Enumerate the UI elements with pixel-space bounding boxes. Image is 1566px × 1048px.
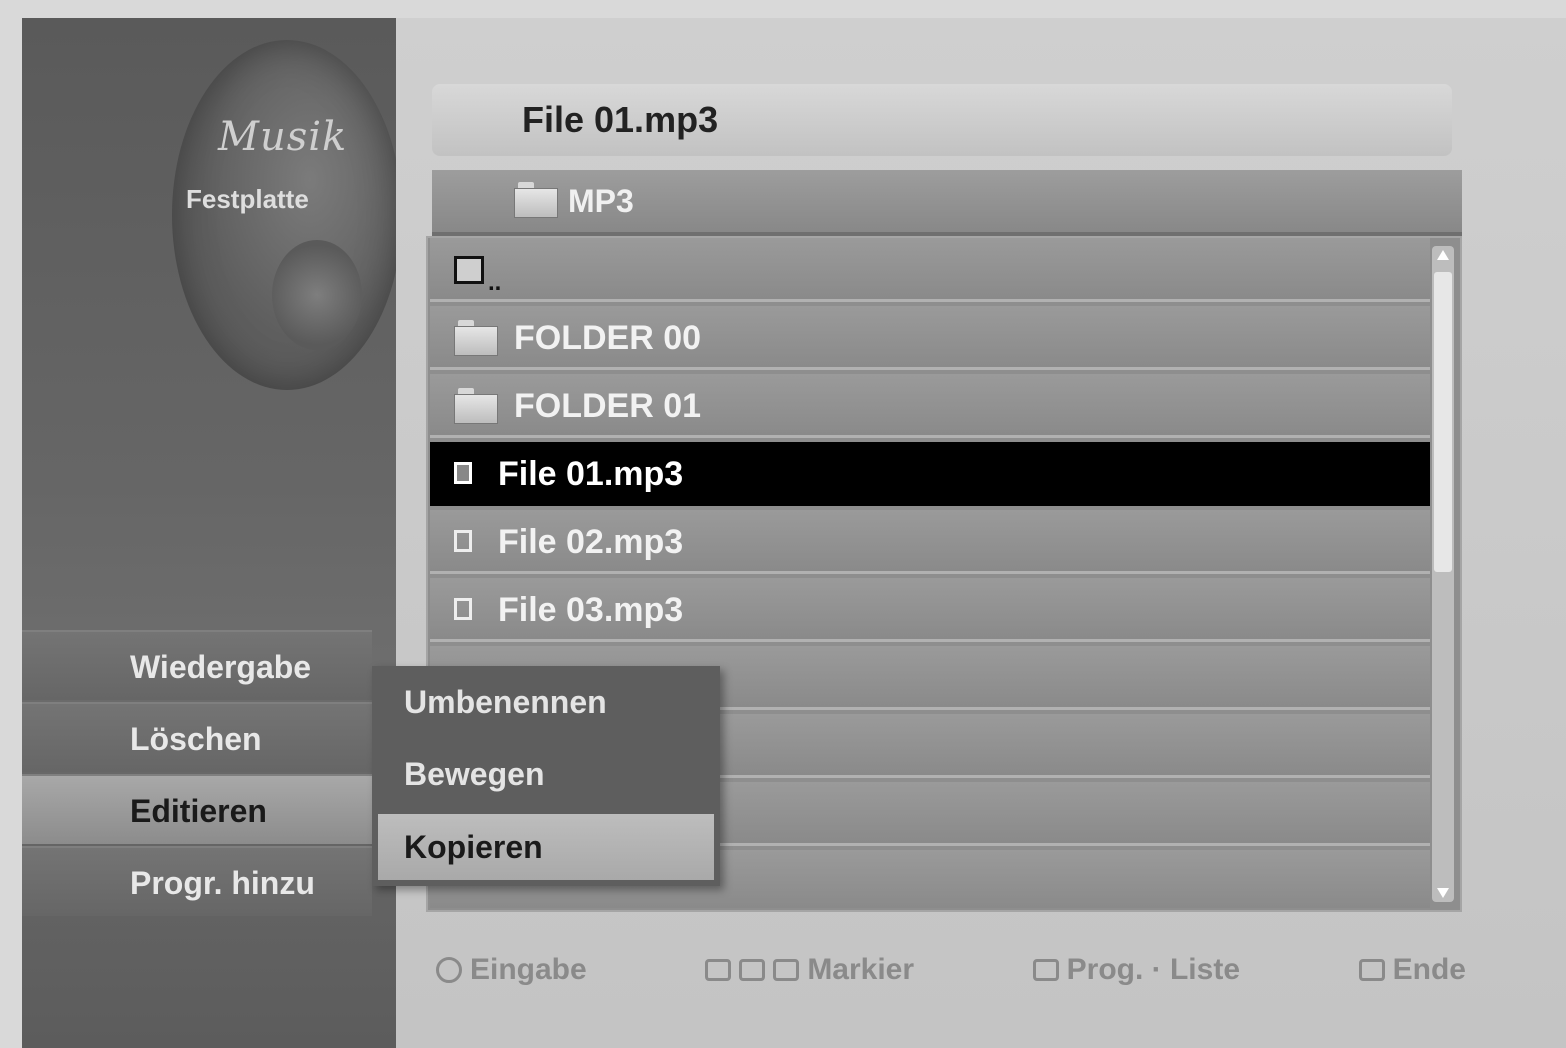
list-item-up[interactable]: .. [430, 238, 1430, 302]
color-keys-icon [773, 959, 800, 981]
file-icon [454, 462, 472, 484]
color-keys-icon [739, 959, 766, 981]
submenu-item-kopieren[interactable]: Kopieren [378, 814, 714, 880]
main-panel: File 01.mp3 MP3 .. FOLDER 00 FOLDER 01 F… [396, 18, 1566, 1048]
list-item-folder[interactable]: FOLDER 01 [430, 374, 1430, 438]
disc-hole [272, 240, 362, 350]
list-item-label: File 03.mp3 [498, 591, 684, 629]
menu-item-progr-hinzu[interactable]: Progr. hinzu [22, 846, 372, 916]
submenu-item-bewegen[interactable]: Bewegen [372, 738, 720, 810]
logo-title: Musik [218, 114, 348, 160]
parent-folder-icon: .. [454, 252, 502, 295]
hint-markier: Markier [705, 953, 914, 987]
hint-label: Markier [807, 953, 915, 986]
folder-icon [454, 388, 498, 424]
current-folder-bar: MP3 [432, 170, 1462, 236]
color-keys-icon [705, 959, 732, 981]
hint-label: Ende [1392, 953, 1466, 986]
footer-hints: Eingabe Markier Prog. · Liste Ende [436, 938, 1466, 1002]
menu-item-editieren[interactable]: Editieren [22, 774, 372, 844]
list-item-label: File 02.mp3 [498, 523, 684, 561]
folder-icon [514, 182, 558, 218]
scrollbar-thumb[interactable] [1434, 272, 1452, 572]
hint-eingabe: Eingabe [436, 953, 587, 987]
menu-item-loeschen[interactable]: Löschen [22, 702, 372, 772]
list-item-label: FOLDER 00 [514, 319, 702, 357]
hint-ende: Ende [1358, 953, 1466, 987]
circle-key-icon [436, 957, 462, 983]
current-file-title: File 01.mp3 [432, 84, 1452, 156]
list-item-file[interactable]: File 03.mp3 [430, 578, 1430, 642]
music-browser-screen: Musik Festplatte Wiedergabe Löschen Edit… [22, 18, 1566, 1048]
list-item-file-selected[interactable]: File 01.mp3 [430, 442, 1430, 506]
hint-label: Prog. · Liste [1066, 953, 1241, 986]
logo-subtitle: Festplatte [186, 184, 309, 214]
list-item-file[interactable]: File 02.mp3 [430, 510, 1430, 574]
return-key-icon [1358, 959, 1385, 981]
file-icon [454, 598, 472, 620]
list-item-label: File 01.mp3 [498, 455, 684, 493]
folder-icon [454, 320, 498, 356]
edit-submenu: Umbenennen Bewegen Kopieren [372, 666, 720, 886]
file-icon [454, 530, 472, 552]
music-disc-logo-icon [172, 40, 402, 390]
hint-prog-liste: Prog. · Liste [1032, 953, 1241, 987]
menu-item-wiedergabe[interactable]: Wiedergabe [22, 630, 372, 700]
current-folder-label: MP3 [568, 183, 634, 219]
scroll-down-arrow-icon[interactable] [1437, 888, 1449, 898]
submenu-item-umbenennen[interactable]: Umbenennen [372, 666, 720, 738]
list-item-label: FOLDER 01 [514, 387, 702, 425]
list-item-folder[interactable]: FOLDER 00 [430, 306, 1430, 370]
sidebar: Musik Festplatte Wiedergabe Löschen Edit… [22, 18, 402, 1048]
scroll-up-arrow-icon[interactable] [1437, 250, 1449, 260]
hint-label: Eingabe [470, 953, 587, 986]
skip-keys-icon [1032, 959, 1059, 981]
scrollbar[interactable] [1432, 246, 1454, 902]
